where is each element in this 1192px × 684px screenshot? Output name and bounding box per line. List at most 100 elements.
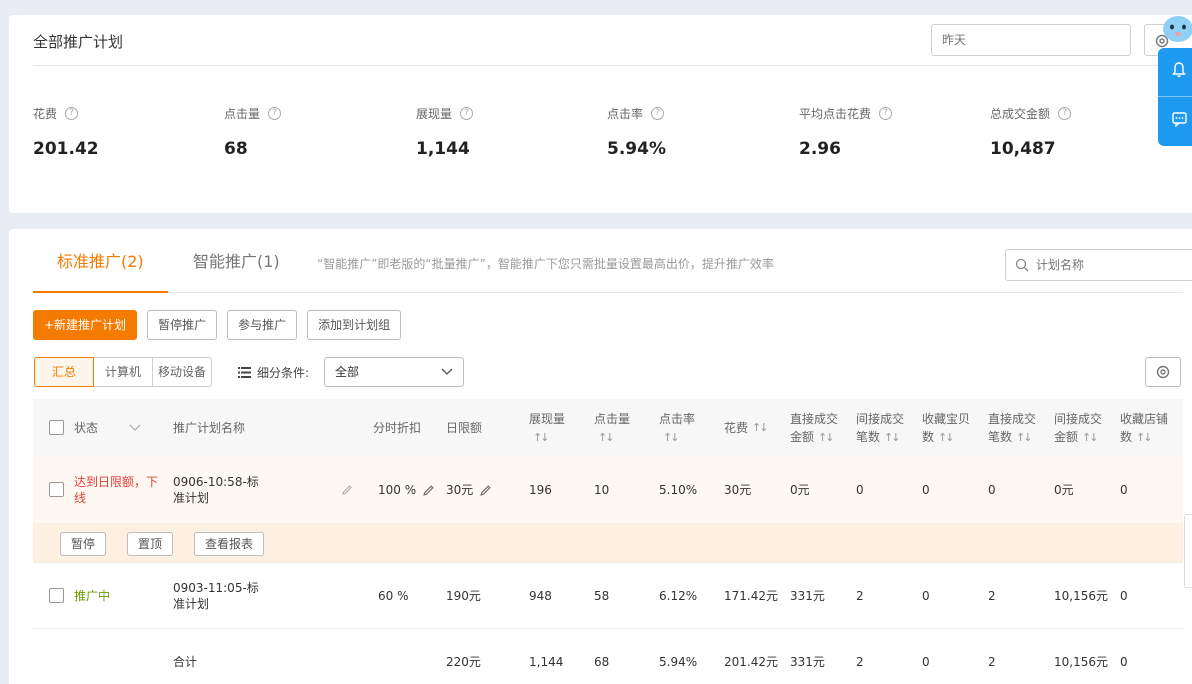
metric-value: 10,487 [990,139,1056,159]
question-icon[interactable]: ? [65,106,79,120]
row-ctr: 5.10% [659,483,698,497]
header-direct-amount[interactable]: 直接成交金额 ↑↓ [790,399,848,457]
row-discount: 60 % [378,589,409,603]
header-name: 推广计划名称 [173,421,246,435]
tab-smart[interactable]: 智能推广(1) [169,229,304,293]
add-to-group-button[interactable]: 添加到计划组 [307,310,402,340]
metric-label: 平均点击花费 [799,106,872,121]
table-row[interactable]: 达到日限额，下线 0906-10:58-标准计划 100 % 30元 196 1… [33,457,1183,523]
row-ops-bar: 暂停 置顶 查看报表 [33,523,1183,563]
table-row[interactable]: 推广中 0903-11:05-标准计划 60 % 190元 948 58 6.1… [33,563,1183,629]
row-checkbox[interactable] [49,482,64,497]
metric-ctr: 点击率? 5.94% [607,105,787,159]
row-direct-count: 2 [988,589,996,603]
row-direct-amount: 0元 [790,483,810,497]
metric-total-amount: 总成交金额? 10,487 [990,105,1170,159]
edit-name-button[interactable] [341,457,353,523]
segment-summary[interactable]: 汇总 [34,357,94,387]
bell-icon[interactable] [1172,62,1186,78]
total-impressions: 1,144 [529,655,564,669]
header-fav-shop[interactable]: 收藏店铺数 ↑↓ [1120,399,1178,457]
question-icon[interactable]: ? [879,106,893,120]
row-pause-button[interactable]: 暂停 [60,532,107,556]
header-impressions-label: 展现量 [529,411,566,426]
new-plan-button[interactable]: +新建推广计划 [33,310,138,340]
header-clicks[interactable]: 点击量 ↑↓ [594,399,644,457]
metric-label: 花费 [33,106,58,121]
question-icon[interactable]: ? [1058,106,1072,120]
header-status[interactable]: 状态 [74,399,98,457]
header-status-label: 状态 [74,421,99,435]
metrics-row: 花费? 201.42 点击量? 68 展现量? 1,144 点击率? 5.94%… [33,105,1183,165]
select-all-checkbox[interactable] [49,420,64,435]
chat-icon[interactable] [1172,112,1187,127]
metric-value: 1,144 [416,139,470,159]
condition-value: 全部 [335,365,360,379]
header-fav-item[interactable]: 收藏宝贝数 ↑↓ [922,399,980,457]
row-checkbox[interactable] [49,588,64,603]
metric-clicks: 点击量? 68 [224,105,404,159]
question-icon[interactable]: ? [268,106,282,120]
metric-value: 68 [224,139,248,159]
row-cost: 30元 [724,483,752,497]
plan-search[interactable] [1005,249,1192,281]
page-title: 全部推广计划 [33,33,124,51]
metric-value: 2.96 [799,139,841,159]
total-fav-item: 0 [922,655,930,669]
row-clicks: 58 [594,589,610,603]
gear-icon [1156,365,1170,379]
device-segment: 汇总 计算机 移动设备 [34,357,212,387]
tab-standard[interactable]: 标准推广(2) [33,229,168,293]
metric-label: 点击率 [607,106,644,121]
total-fav-shop: 0 [1120,655,1128,669]
row-direct-amount: 331元 [790,589,825,603]
total-cost: 201.42元 [724,655,778,669]
row-status: 推广中 [74,589,111,603]
mascot-icon[interactable] [1160,10,1192,46]
pause-button[interactable]: 暂停推广 [147,310,218,340]
metric-label: 总成交金额 [990,106,1051,121]
row-fav-item: 0 [922,589,930,603]
total-clicks: 68 [594,655,610,669]
header-direct-count[interactable]: 直接成交笔数 ↑↓ [988,399,1046,457]
floating-helper-panel [1158,48,1192,146]
condition-select[interactable]: 全部 [324,357,464,387]
question-icon[interactable]: ? [651,106,665,120]
table-total-row: 合计 220元 1,144 68 5.94% 201.42元 331元 2 0 … [33,629,1183,684]
question-icon[interactable]: ? [460,106,474,120]
condition-label-text: 细分条件: [257,366,310,380]
row-indirect-count: 0 [856,483,864,497]
row-indirect-amount: 0元 [1054,483,1074,497]
header-cost-label: 花费 [724,421,749,435]
row-impressions: 948 [529,589,552,603]
table-settings-button[interactable] [1145,357,1181,387]
segment-mobile[interactable]: 移动设备 [152,357,212,387]
row-fav-shop: 0 [1120,589,1128,603]
metric-cost: 花费? 201.42 [33,105,213,159]
row-report-button[interactable]: 查看报表 [194,532,265,556]
row-plan-name[interactable]: 0906-10:58-标准计划 [173,457,259,523]
row-indirect-amount: 10,156元 [1054,589,1108,603]
join-button[interactable]: 参与推广 [227,310,298,340]
sort-icon: ↑↓ [938,430,955,444]
metric-value: 5.94% [607,139,666,159]
total-indirect-count: 2 [856,655,864,669]
header-clicks-label: 点击量 [594,411,631,426]
date-picker-input[interactable] [931,24,1131,56]
row-fav-shop: 0 [1120,483,1128,497]
header-indirect-amount[interactable]: 间接成交金额 ↑↓ [1054,399,1112,457]
pencil-icon[interactable] [422,484,435,497]
header-indirect-count[interactable]: 间接成交笔数 ↑↓ [856,399,914,457]
header-ctr[interactable]: 点击率 ↑↓ [659,399,709,457]
total-direct-count: 2 [988,655,996,669]
side-feedback-tab[interactable] [1184,514,1192,588]
header-impressions[interactable]: 展现量 ↑↓ [529,399,579,457]
header-cost[interactable]: 花费 ↑↓ [724,399,769,457]
pencil-icon[interactable] [479,484,492,497]
tab-note: “智能推广”即老版的“批量推广”，智能推广下您只需批量设置最高出价，提升推广效率 [317,257,774,271]
search-input[interactable] [1036,256,1192,274]
segment-computer[interactable]: 计算机 [93,357,153,387]
row-pin-button[interactable]: 置顶 [127,532,174,556]
status-filter-chevron[interactable] [129,399,141,457]
row-plan-name[interactable]: 0903-11:05-标准计划 [173,563,259,629]
